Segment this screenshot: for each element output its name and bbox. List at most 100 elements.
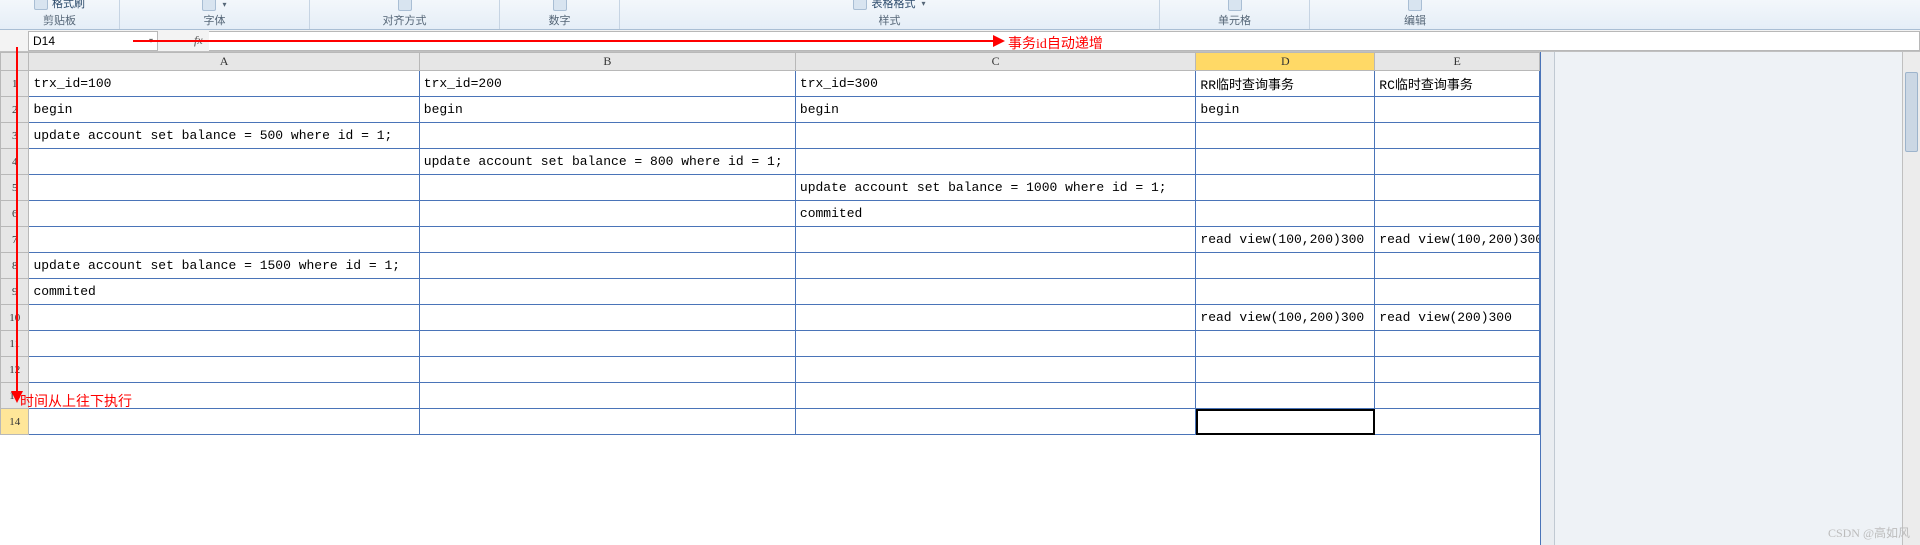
cell-E10[interactable]: read view(200)300 [1375, 305, 1540, 331]
cell-B4[interactable]: update account set balance = 800 where i… [419, 149, 795, 175]
cell-E4[interactable] [1375, 149, 1540, 175]
cell-E7[interactable]: read view(100,200)300 [1375, 227, 1540, 253]
cell-A1[interactable]: trx_id=100 [29, 71, 419, 97]
cell-C10[interactable] [795, 305, 1196, 331]
table-style-label[interactable]: 表格格式 [871, 0, 915, 11]
row-header[interactable]: 6 [1, 201, 29, 227]
row-header[interactable]: 7 [1, 227, 29, 253]
cell-D1[interactable]: RR临时查询事务 [1196, 71, 1375, 97]
cell-A6[interactable] [29, 201, 419, 227]
cell-C3[interactable] [795, 123, 1196, 149]
cell-A4[interactable] [29, 149, 419, 175]
cell-B8[interactable] [419, 253, 795, 279]
cells-icon[interactable] [1228, 0, 1242, 11]
cell-A12[interactable] [29, 357, 419, 383]
col-header-C[interactable]: C [795, 53, 1196, 71]
row-header[interactable]: 14 [1, 409, 29, 435]
table-style-icon[interactable] [853, 0, 867, 10]
cell-D3[interactable] [1196, 123, 1375, 149]
row-header[interactable]: 5 [1, 175, 29, 201]
cell-D6[interactable] [1196, 201, 1375, 227]
cell-C8[interactable] [795, 253, 1196, 279]
cell-D8[interactable] [1196, 253, 1375, 279]
row-header[interactable]: 2 [1, 97, 29, 123]
cell-C12[interactable] [795, 357, 1196, 383]
cell-C11[interactable] [795, 331, 1196, 357]
cell-B3[interactable] [419, 123, 795, 149]
cell-B12[interactable] [419, 357, 795, 383]
cell-E5[interactable] [1375, 175, 1540, 201]
font-icon[interactable] [202, 0, 216, 11]
cell-C14[interactable] [795, 409, 1196, 435]
cell-C1[interactable]: trx_id=300 [795, 71, 1196, 97]
cell-C2[interactable]: begin [795, 97, 1196, 123]
cell-B14[interactable] [419, 409, 795, 435]
format-painter-label[interactable]: 格式刷 [52, 0, 85, 11]
row-header[interactable]: 1 [1, 71, 29, 97]
cell-A2[interactable]: begin [29, 97, 419, 123]
row-header[interactable]: 10 [1, 305, 29, 331]
cell-B5[interactable] [419, 175, 795, 201]
cell-C13[interactable] [795, 383, 1196, 409]
cell-B13[interactable] [419, 383, 795, 409]
scrollbar-thumb[interactable] [1905, 72, 1918, 152]
cell-B1[interactable]: trx_id=200 [419, 71, 795, 97]
cell-D7[interactable]: read view(100,200)300 [1196, 227, 1375, 253]
col-header-E[interactable]: E [1375, 53, 1540, 71]
cell-B2[interactable]: begin [419, 97, 795, 123]
align-icon[interactable] [398, 0, 412, 11]
cell-E3[interactable] [1375, 123, 1540, 149]
cell-E6[interactable] [1375, 201, 1540, 227]
vertical-scrollbar[interactable] [1902, 52, 1920, 545]
chevron-down-icon[interactable]: ▾ [222, 0, 226, 9]
row-header[interactable]: 4 [1, 149, 29, 175]
cell-B11[interactable] [419, 331, 795, 357]
format-painter-icon[interactable] [34, 0, 48, 10]
col-header-B[interactable]: B [419, 53, 795, 71]
cell-D4[interactable] [1196, 149, 1375, 175]
row-header[interactable]: 11 [1, 331, 29, 357]
row-header[interactable]: 12 [1, 357, 29, 383]
cell-E13[interactable] [1375, 383, 1540, 409]
cell-D5[interactable] [1196, 175, 1375, 201]
cell-E1[interactable]: RC临时查询事务 [1375, 71, 1540, 97]
cell-A3[interactable]: update account set balance = 500 where i… [29, 123, 419, 149]
cell-B6[interactable] [419, 201, 795, 227]
cell-A7[interactable] [29, 227, 419, 253]
cell-E12[interactable] [1375, 357, 1540, 383]
cell-C4[interactable] [795, 149, 1196, 175]
cell-A9[interactable]: commited [29, 279, 419, 305]
cell-D14[interactable] [1196, 409, 1375, 435]
cell-C9[interactable] [795, 279, 1196, 305]
cell-A8[interactable]: update account set balance = 1500 where … [29, 253, 419, 279]
cell-D10[interactable]: read view(100,200)300 [1196, 305, 1375, 331]
col-header-D[interactable]: D [1196, 53, 1375, 71]
cell-D12[interactable] [1196, 357, 1375, 383]
cell-A11[interactable] [29, 331, 419, 357]
cell-E2[interactable] [1375, 97, 1540, 123]
select-all-corner[interactable] [1, 53, 29, 71]
row-header[interactable]: 8 [1, 253, 29, 279]
chevron-down-icon[interactable]: ▾ [921, 0, 925, 8]
row-header[interactable]: 9 [1, 279, 29, 305]
cell-A5[interactable] [29, 175, 419, 201]
row-header[interactable]: 3 [1, 123, 29, 149]
cell-E11[interactable] [1375, 331, 1540, 357]
sheet-table[interactable]: A B C D E 1trx_id=100trx_id=200trx_id=30… [0, 52, 1540, 435]
cell-A14[interactable] [29, 409, 419, 435]
cell-A10[interactable] [29, 305, 419, 331]
col-header-A[interactable]: A [29, 53, 419, 71]
cell-D9[interactable] [1196, 279, 1375, 305]
cell-E9[interactable] [1375, 279, 1540, 305]
cell-B7[interactable] [419, 227, 795, 253]
cell-E8[interactable] [1375, 253, 1540, 279]
editing-icon[interactable] [1408, 0, 1422, 11]
cell-C5[interactable]: update account set balance = 1000 where … [795, 175, 1196, 201]
number-icon[interactable] [553, 0, 567, 11]
cell-E14[interactable] [1375, 409, 1540, 435]
cell-D13[interactable] [1196, 383, 1375, 409]
cell-C6[interactable]: commited [795, 201, 1196, 227]
cell-C7[interactable] [795, 227, 1196, 253]
cell-B9[interactable] [419, 279, 795, 305]
cell-B10[interactable] [419, 305, 795, 331]
